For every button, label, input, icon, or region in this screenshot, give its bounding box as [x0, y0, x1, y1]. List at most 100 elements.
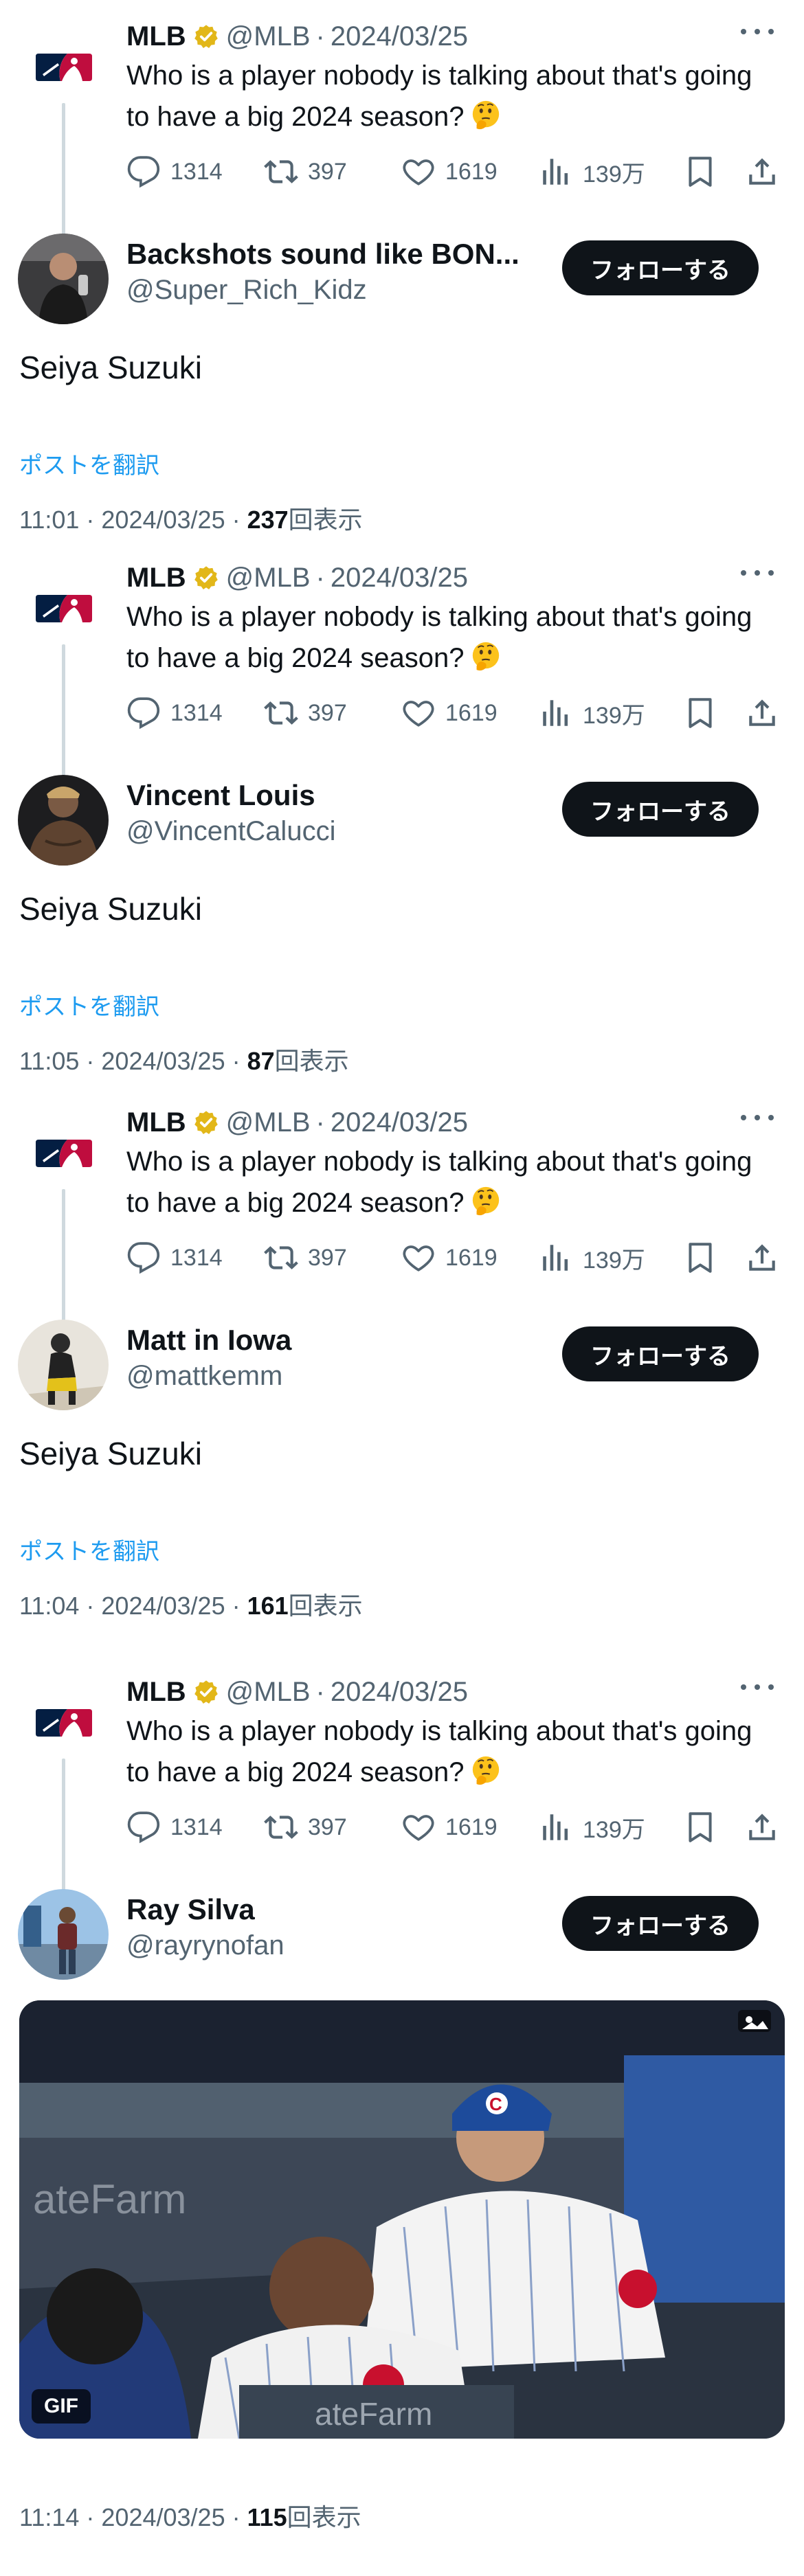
original-tweet[interactable]: MLB @MLB · 2024/03/25 Who is a player no… [0, 0, 804, 261]
retweet-button[interactable]: 397 [264, 1237, 347, 1278]
views-button[interactable]: 139万 [539, 1237, 645, 1278]
bookmark-button[interactable] [683, 1807, 717, 1848]
translate-link[interactable]: ポストを翻訳 [19, 447, 159, 480]
author-handle[interactable]: @MLB [226, 1677, 311, 1708]
bookmark-button[interactable] [683, 151, 717, 192]
tweet-text: Who is a player nobody is talking about … [126, 60, 752, 132]
views-button[interactable]: 139万 [539, 1807, 645, 1848]
author-handle[interactable]: @MLB [226, 21, 311, 52]
action-bar: 1314 397 1619 139万 [126, 692, 779, 734]
share-button[interactable] [745, 1807, 779, 1848]
more-options-icon[interactable] [738, 566, 777, 580]
retweet-button[interactable]: 397 [264, 1807, 347, 1848]
avatar[interactable] [18, 234, 109, 324]
reply-timestamp[interactable]: 11:05 · 2024/03/25 · [19, 1047, 247, 1075]
more-options-icon[interactable] [738, 1680, 777, 1694]
retweet-button[interactable]: 397 [264, 692, 347, 734]
tweet-header: MLB @MLB · 2024/03/25 [126, 19, 468, 54]
reply-icon [126, 1241, 161, 1275]
original-tweet[interactable]: MLB @MLB · 2024/03/25 Who is a player no… [0, 1086, 804, 1347]
avatar[interactable] [18, 1320, 109, 1410]
mlb-logo-icon[interactable] [33, 1706, 95, 1739]
mlb-logo-icon[interactable] [33, 1137, 95, 1170]
avatar[interactable] [18, 1889, 109, 1980]
follow-button[interactable]: フォローする [562, 782, 759, 837]
reply-tweet: Backshots sound like BON... @Super_Rich_… [0, 234, 804, 534]
reply-timestamp[interactable]: 11:01 · 2024/03/25 · [19, 506, 247, 534]
reply-timestamp[interactable]: 11:14 · 2024/03/25 · [19, 2503, 247, 2531]
tweet-header: MLB @MLB · 2024/03/25 [126, 561, 468, 595]
views-suffix: 回表示 [287, 2503, 361, 2531]
views-button[interactable]: 139万 [539, 692, 645, 734]
gif-media[interactable]: ateFarm bs.co C ateFarm [19, 2000, 785, 2439]
thread-line [62, 644, 65, 776]
reply-count: 1314 [170, 158, 223, 185]
follow-button[interactable]: フォローする [562, 1326, 759, 1381]
reply-author-name[interactable]: Vincent Louis [126, 779, 315, 812]
tweet-date[interactable]: 2024/03/25 [331, 1107, 468, 1138]
thread-line [62, 1759, 65, 1890]
reply-meta: 11:01 · 2024/03/25 · 237回表示 [19, 500, 363, 536]
like-button[interactable]: 1619 [401, 1807, 498, 1848]
reply-author-handle[interactable]: @rayrynofan [126, 1930, 284, 1961]
thinking-face-emoji [470, 641, 502, 673]
share-button[interactable] [745, 151, 779, 192]
more-options-icon[interactable] [738, 25, 777, 38]
more-options-icon[interactable] [738, 1111, 777, 1125]
mlb-logo-icon[interactable] [33, 592, 95, 625]
author-name[interactable]: MLB [126, 21, 186, 52]
thinking-face-emoji [470, 100, 502, 131]
author-handle[interactable]: @MLB [226, 1107, 311, 1138]
original-tweet[interactable]: MLB @MLB · 2024/03/25 Who is a player no… [0, 1656, 804, 1917]
author-handle[interactable]: @MLB [226, 563, 311, 594]
like-button[interactable]: 1619 [401, 692, 498, 734]
like-button[interactable]: 1619 [401, 151, 498, 192]
tweet-date[interactable]: 2024/03/25 [331, 21, 468, 52]
like-button[interactable]: 1619 [401, 1237, 498, 1278]
action-bar: 1314 397 1619 139万 [126, 1807, 779, 1848]
author-name[interactable]: MLB [126, 563, 186, 594]
original-tweet[interactable]: MLB @MLB · 2024/03/25 Who is a player no… [0, 541, 804, 802]
bookmark-button[interactable] [683, 692, 717, 734]
translate-link[interactable]: ポストを翻訳 [19, 1533, 159, 1566]
translate-link[interactable]: ポストを翻訳 [19, 988, 159, 1021]
thread-line [62, 103, 65, 235]
author-name[interactable]: MLB [126, 1677, 186, 1708]
like-count: 1619 [445, 1814, 498, 1840]
reply-timestamp[interactable]: 11:04 · 2024/03/25 · [19, 1592, 247, 1620]
reply-author-name[interactable]: Backshots sound like BON... [126, 238, 520, 271]
views-count: 139万 [583, 1247, 645, 1274]
reply-count: 1314 [170, 699, 223, 726]
views-button[interactable]: 139万 [539, 151, 645, 192]
bookmark-button[interactable] [683, 1237, 717, 1278]
tweet-date[interactable]: 2024/03/25 [331, 563, 468, 594]
avatar[interactable] [18, 775, 109, 866]
author-name[interactable]: MLB [126, 1107, 186, 1138]
reply-tweet: Matt in Iowa @mattkemm フォローする Seiya Suzu… [0, 1320, 804, 1620]
mlb-logo-icon[interactable] [33, 51, 95, 84]
svg-text:C: C [489, 2094, 502, 2114]
share-button[interactable] [745, 692, 779, 734]
follow-button[interactable]: フォローする [562, 240, 759, 295]
retweet-icon [264, 1810, 298, 1844]
action-bar: 1314 397 1619 139万 [126, 1237, 779, 1278]
gif-badge: GIF [32, 2389, 91, 2424]
reply-meta: 11:14 · 2024/03/25 · 115回表示 [19, 2498, 361, 2533]
reply-author-handle[interactable]: @mattkemm [126, 1361, 282, 1392]
reply-button[interactable]: 1314 [126, 1807, 223, 1848]
reply-author-handle[interactable]: @VincentCalucci [126, 816, 335, 847]
tweet-date[interactable]: 2024/03/25 [331, 1677, 468, 1708]
share-button[interactable] [745, 1237, 779, 1278]
follow-button[interactable]: フォローする [562, 1896, 759, 1951]
reply-author-name[interactable]: Matt in Iowa [126, 1324, 291, 1357]
retweet-icon [264, 1241, 298, 1275]
reply-author-handle[interactable]: @Super_Rich_Kidz [126, 275, 367, 306]
reply-author-name[interactable]: Ray Silva [126, 1893, 255, 1926]
reply-button[interactable]: 1314 [126, 151, 223, 192]
thinking-face-emoji [470, 1755, 502, 1787]
share-icon [745, 696, 779, 730]
reply-button[interactable]: 1314 [126, 1237, 223, 1278]
retweet-button[interactable]: 397 [264, 151, 347, 192]
reply-button[interactable]: 1314 [126, 692, 223, 734]
tweet-text-container: Who is a player nobody is talking about … [126, 55, 766, 137]
